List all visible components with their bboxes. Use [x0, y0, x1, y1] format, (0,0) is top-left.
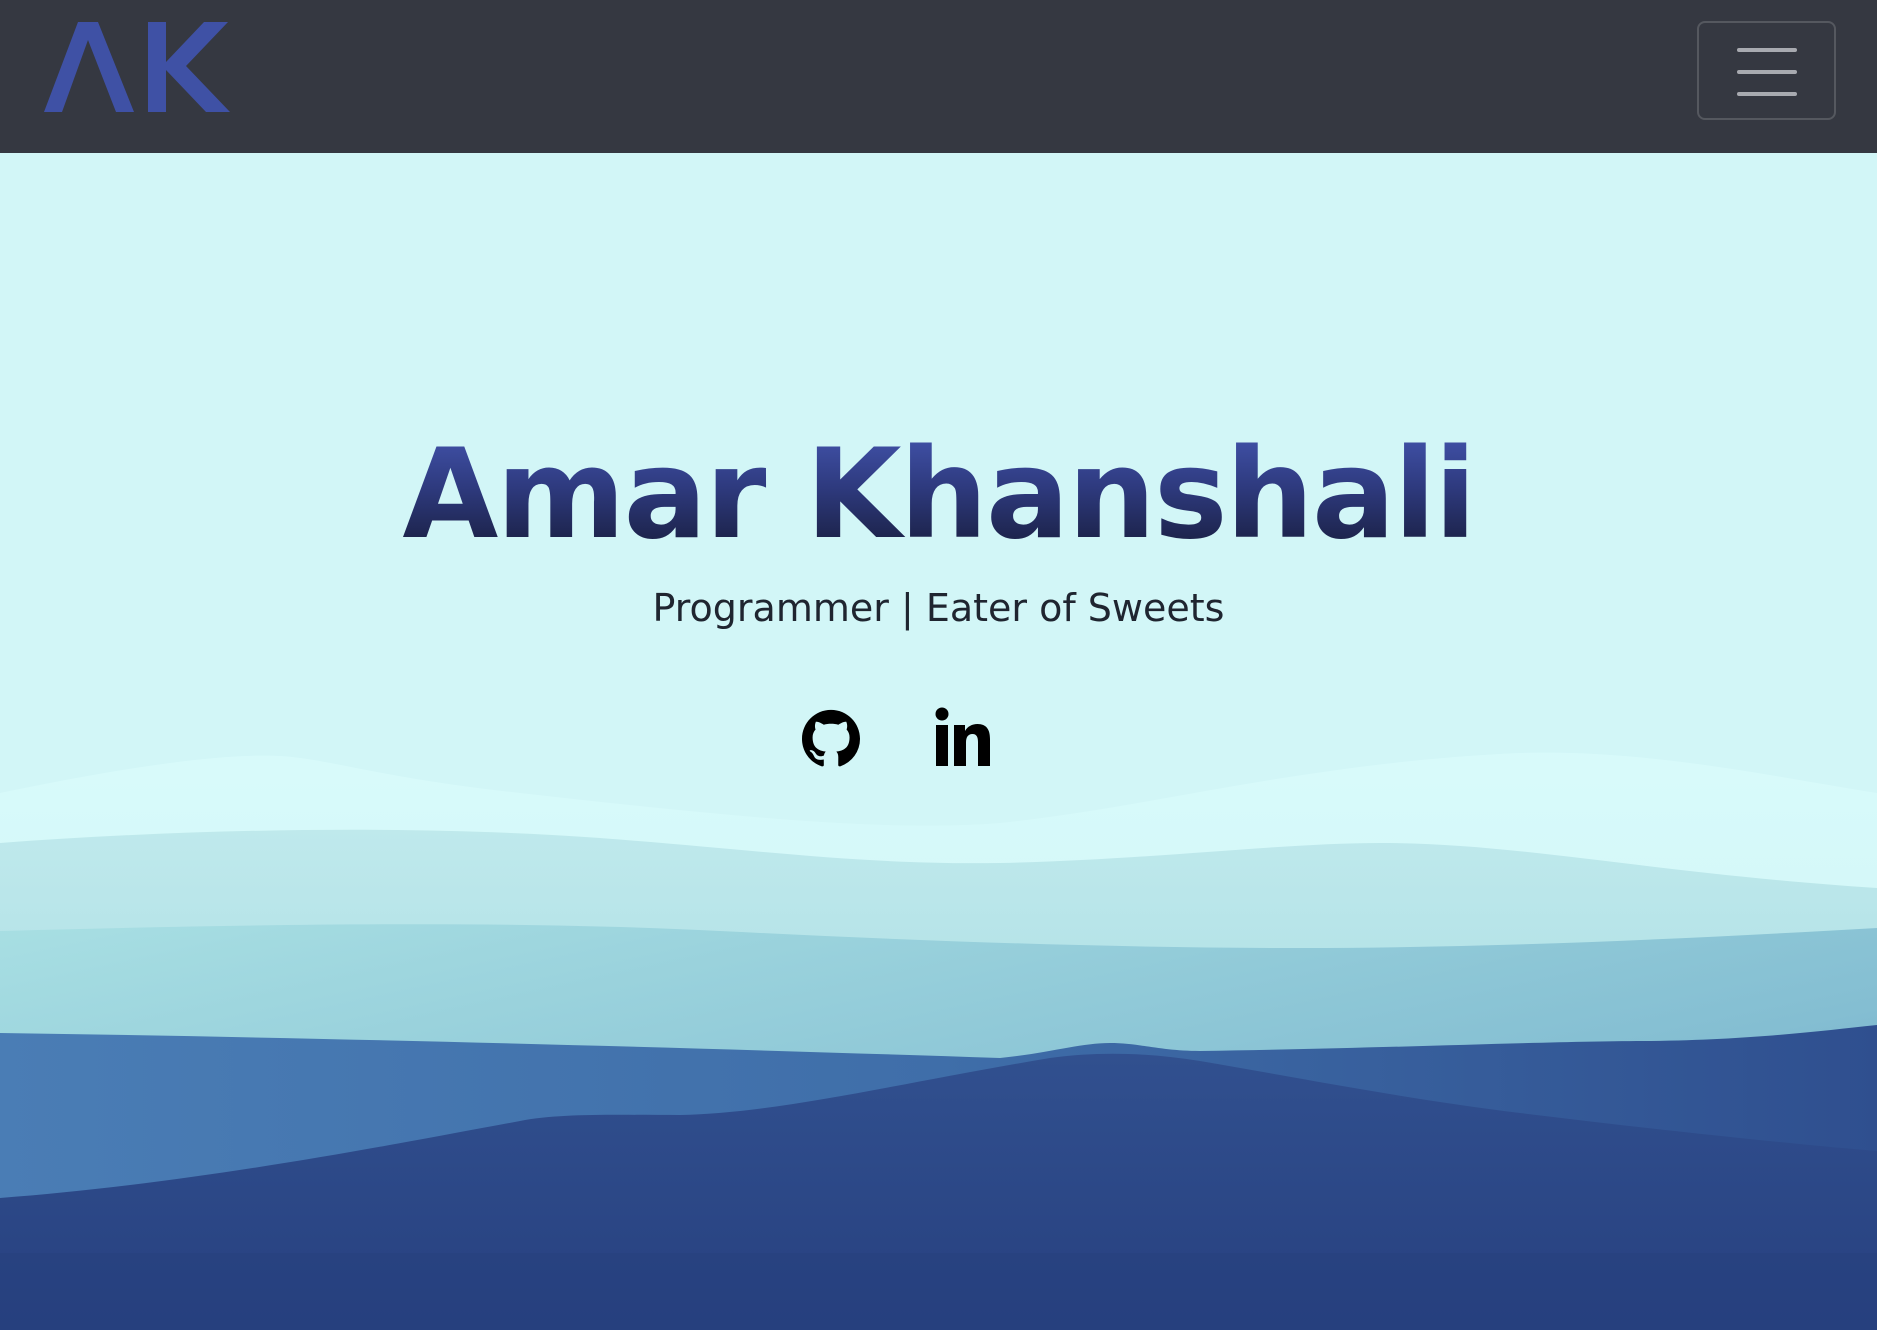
github-icon	[802, 709, 860, 767]
hero-section: Amar Khanshali Programmer | Eater of Swe…	[0, 153, 1877, 1330]
top-navbar	[0, 0, 1877, 153]
github-link[interactable]	[802, 705, 860, 769]
hamburger-menu-icon-bar	[1737, 92, 1797, 96]
hamburger-menu-button[interactable]	[1697, 21, 1836, 120]
linkedin-icon	[935, 707, 990, 766]
hamburger-menu-icon-bar	[1737, 70, 1797, 74]
logo-ak-icon	[44, 22, 230, 112]
linkedin-link[interactable]	[934, 705, 992, 769]
hamburger-menu-icon	[1737, 48, 1797, 52]
logo-ak[interactable]	[44, 22, 230, 112]
hero-tagline: Programmer | Eater of Sweets	[652, 586, 1225, 630]
hero-name-heading: Amar Khanshali	[0, 420, 1877, 570]
